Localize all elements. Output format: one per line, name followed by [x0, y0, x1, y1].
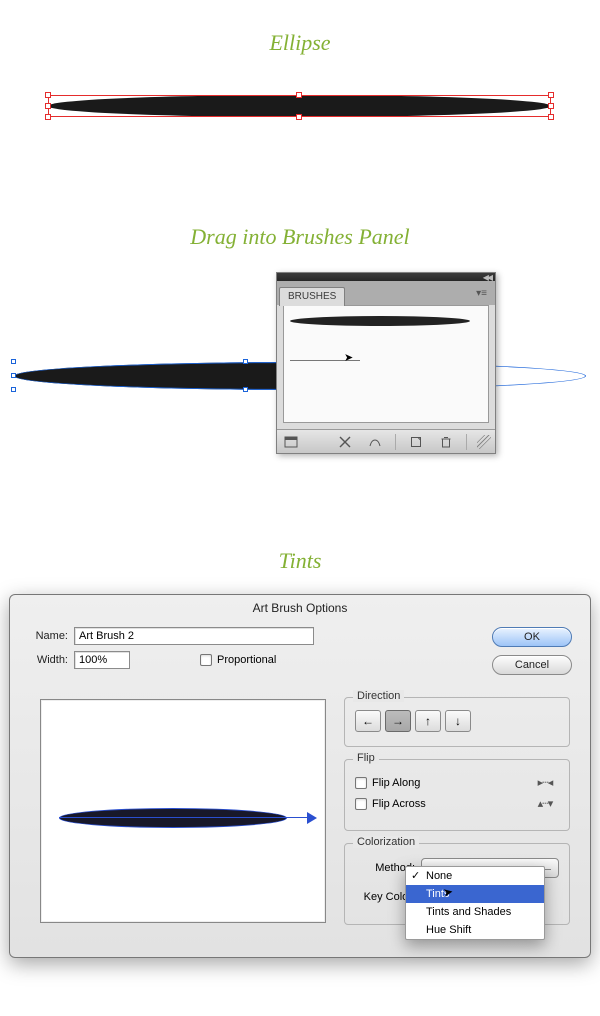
cursor-icon: ➤: [344, 351, 353, 364]
panel-menu-icon[interactable]: ▾≡: [472, 285, 491, 302]
heading-ellipse: Ellipse: [0, 30, 600, 56]
menu-item-hue-shift[interactable]: Hue Shift: [406, 921, 544, 939]
selection-handle[interactable]: [45, 103, 51, 109]
ellipse-stage: [48, 86, 551, 126]
new-brush-icon[interactable]: [406, 433, 426, 451]
brushes-panel: ◀◀ BRUSHES ▾≡ ➤: [276, 272, 496, 454]
panel-tab-bar: BRUSHES ▾≡: [277, 281, 495, 305]
checkbox-icon: [355, 798, 367, 810]
menu-item-tints-shades[interactable]: Tints and Shades: [406, 903, 544, 921]
menu-item-tints[interactable]: Tints: [406, 885, 544, 903]
tab-brushes[interactable]: BRUSHES: [279, 287, 345, 306]
flip-across-icon: ▴┄▾: [531, 797, 559, 810]
name-input[interactable]: [74, 627, 314, 645]
cursor-icon: ➤: [442, 884, 454, 900]
cancel-button[interactable]: Cancel: [492, 655, 572, 675]
selection-handle[interactable]: [548, 92, 554, 98]
colorization-legend: Colorization: [353, 836, 419, 848]
checkbox-icon: [200, 654, 212, 666]
ok-button[interactable]: OK: [492, 627, 572, 647]
selection-handle[interactable]: [45, 114, 51, 120]
preview-direction-arrow-icon: [307, 812, 317, 824]
heading-tints: Tints: [0, 548, 600, 574]
preview-ellipse-shape: [59, 808, 287, 828]
stroke-options-icon[interactable]: [365, 433, 385, 451]
resize-grip-icon[interactable]: [477, 435, 491, 449]
panel-footer: [277, 429, 495, 453]
selection-handle[interactable]: [296, 92, 302, 98]
divider: [466, 434, 467, 450]
preview-direction-line: [59, 817, 311, 818]
selection-handle[interactable]: [11, 359, 16, 364]
delete-brush-icon[interactable]: [436, 433, 456, 451]
brush-thumbnail: [290, 316, 470, 326]
selection-handle[interactable]: [11, 387, 16, 392]
panel-collapse-icon[interactable]: ◀◀: [483, 273, 491, 282]
remove-brush-stroke-icon[interactable]: [335, 433, 355, 451]
name-label: Name:: [22, 630, 68, 642]
drop-indicator: ➤: [290, 360, 360, 361]
direction-group: Direction ← → ↑ ↓: [344, 697, 570, 747]
selection-handle[interactable]: [548, 114, 554, 120]
selection-handle[interactable]: [45, 92, 51, 98]
selection-handle[interactable]: [243, 387, 248, 392]
menu-item-none[interactable]: None: [406, 867, 544, 885]
width-label: Width:: [22, 654, 68, 666]
brush-list[interactable]: ➤: [283, 305, 489, 423]
flip-along-icon: ▸┄◂: [531, 776, 559, 789]
checkbox-icon: [355, 777, 367, 789]
selection-handle[interactable]: [548, 103, 554, 109]
brush-libraries-icon[interactable]: [281, 433, 301, 451]
flip-across-label: Flip Across: [372, 798, 426, 810]
selection-handle[interactable]: [296, 114, 302, 120]
heading-drag: Drag into Brushes Panel: [0, 224, 600, 250]
flip-along-checkbox[interactable]: Flip Along: [355, 777, 420, 789]
selection-handle[interactable]: [243, 359, 248, 364]
selection-handle[interactable]: [11, 373, 16, 378]
brush-row[interactable]: [290, 310, 482, 332]
flip-along-label: Flip Along: [372, 777, 420, 789]
proportional-checkbox[interactable]: Proportional: [200, 654, 276, 666]
direction-down-button[interactable]: ↓: [445, 710, 471, 732]
flip-group: Flip Flip Along ▸┄◂ Flip Across ▴┄▾: [344, 759, 570, 831]
proportional-label: Proportional: [217, 654, 276, 666]
direction-right-button[interactable]: →: [385, 710, 411, 732]
dialog-title: Art Brush Options: [10, 595, 590, 623]
flip-legend: Flip: [353, 752, 379, 764]
method-dropdown-menu: None Tints Tints and Shades Hue Shift: [405, 866, 545, 940]
direction-legend: Direction: [353, 690, 404, 702]
direction-up-button[interactable]: ↑: [415, 710, 441, 732]
brush-preview: [40, 699, 326, 923]
width-input[interactable]: [74, 651, 130, 669]
divider: [395, 434, 396, 450]
panel-titlebar[interactable]: ◀◀: [277, 273, 495, 281]
flip-across-checkbox[interactable]: Flip Across: [355, 798, 426, 810]
direction-left-button[interactable]: ←: [355, 710, 381, 732]
